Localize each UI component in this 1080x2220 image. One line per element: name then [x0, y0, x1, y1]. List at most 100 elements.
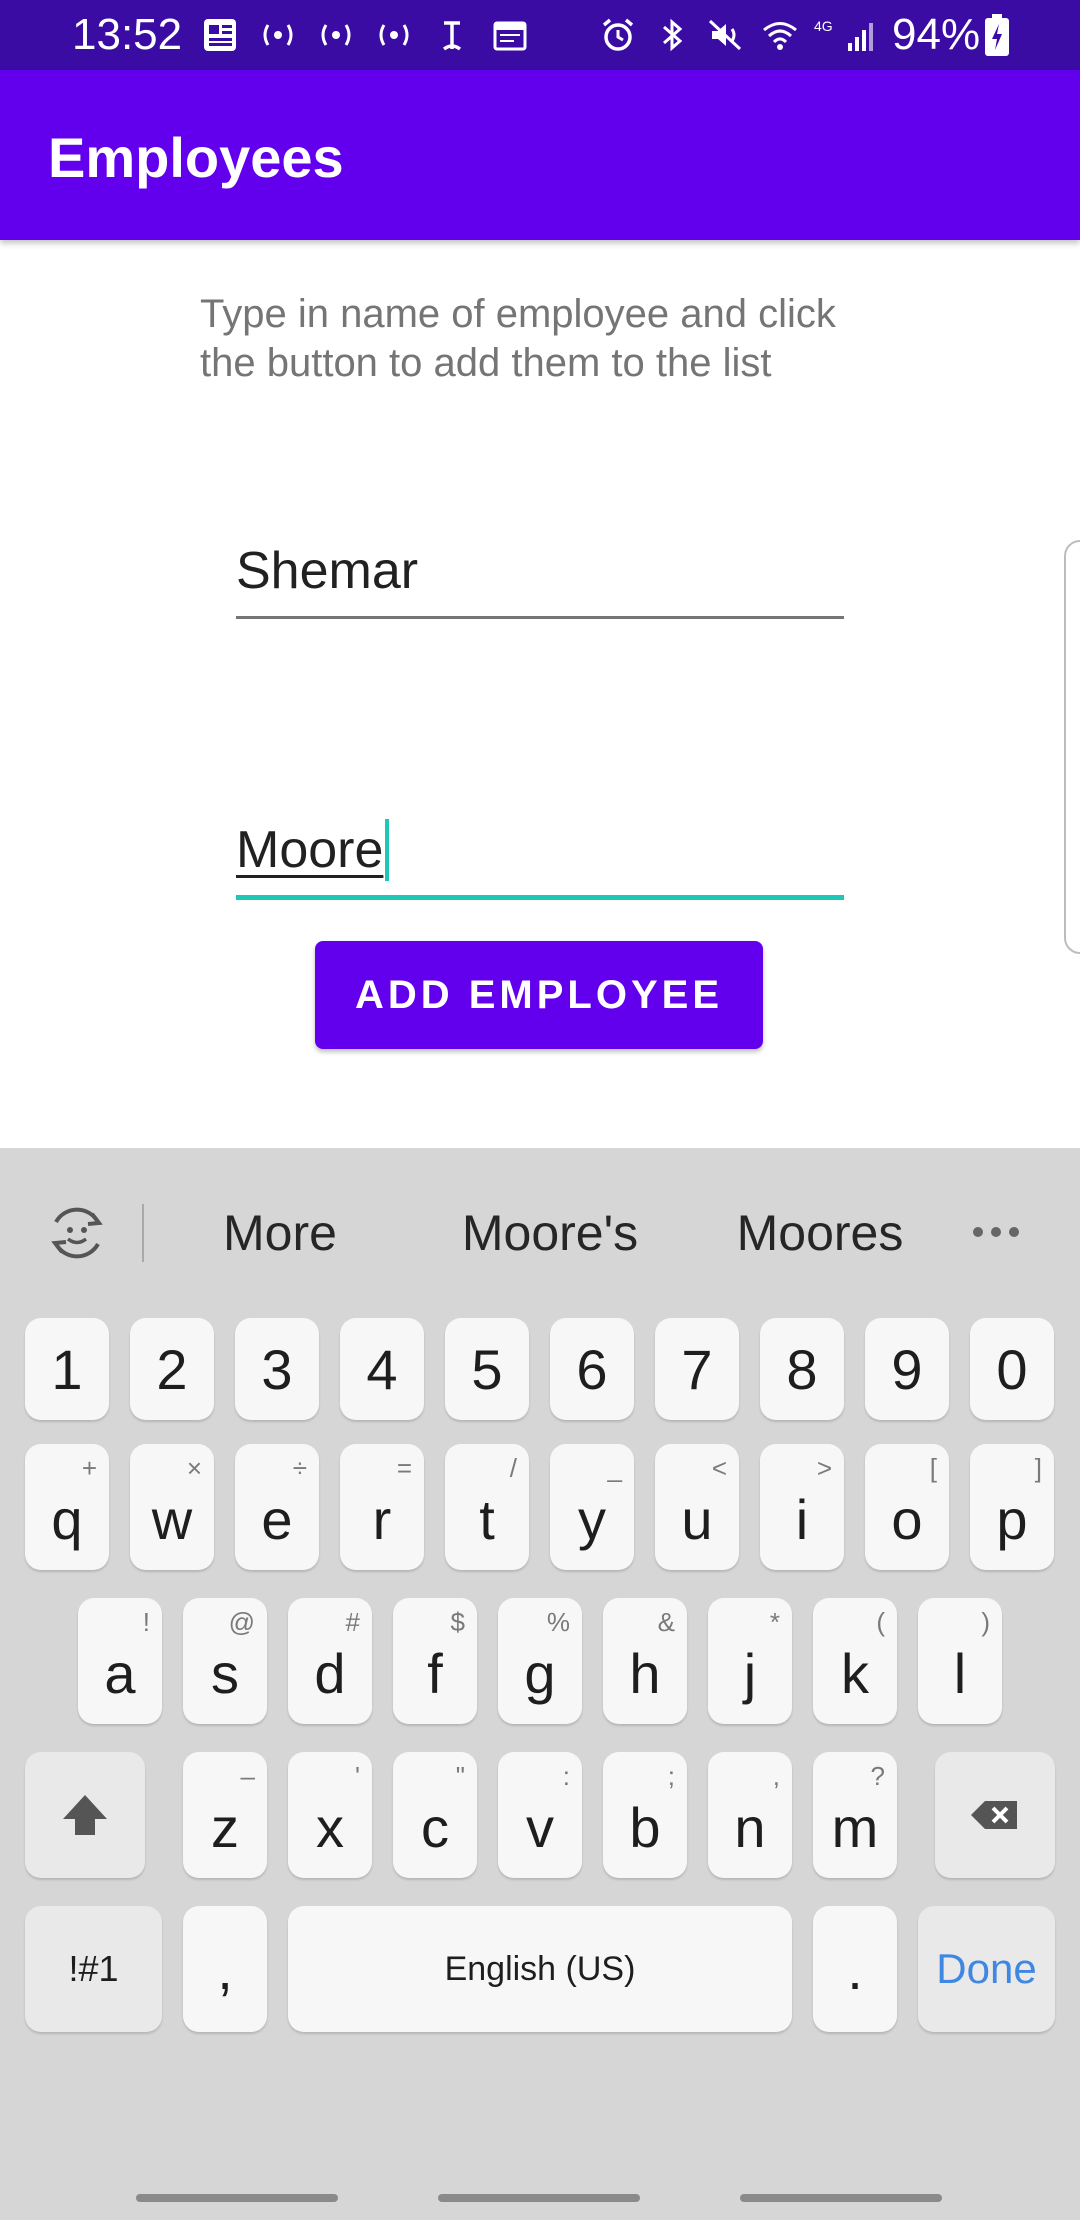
- key-label: !#1: [68, 1948, 119, 1989]
- key-o[interactable]: [o: [865, 1444, 949, 1570]
- key-hint: (: [876, 1607, 885, 1637]
- key-hint: &: [657, 1607, 675, 1637]
- edge-panel-handle[interactable]: [1064, 540, 1080, 954]
- key-4[interactable]: 4: [340, 1318, 424, 1420]
- key-label: 8: [786, 1337, 818, 1401]
- emoji-refresh-icon[interactable]: [44, 1200, 110, 1266]
- nav-home-button[interactable]: [438, 2194, 640, 2202]
- key-3[interactable]: 3: [235, 1318, 319, 1420]
- backspace-key[interactable]: [935, 1752, 1055, 1878]
- key-0[interactable]: 0: [970, 1318, 1054, 1420]
- key-hint: –: [240, 1761, 255, 1791]
- nyt-icon: [432, 12, 472, 58]
- notification-icons: [200, 12, 530, 58]
- key-h[interactable]: & h: [603, 1598, 687, 1724]
- key-c[interactable]: " c: [393, 1752, 477, 1878]
- done-key[interactable]: Done: [918, 1906, 1055, 2032]
- key-x[interactable]: ' x: [288, 1752, 372, 1878]
- key-hint: *: [769, 1607, 780, 1637]
- key-5[interactable]: 5: [445, 1318, 529, 1420]
- more-options-icon[interactable]: [968, 1204, 1024, 1260]
- symbols-key[interactable]: !#1: [25, 1906, 162, 2032]
- key-a[interactable]: ! a: [78, 1598, 162, 1724]
- key-w[interactable]: × w: [130, 1444, 214, 1570]
- key-i[interactable]: > i: [760, 1444, 844, 1570]
- key-label: w: [151, 1488, 193, 1551]
- key-n[interactable]: ,n: [708, 1752, 792, 1878]
- add-employee-button[interactable]: ADD EMPLOYEE: [315, 941, 763, 1049]
- shift-key[interactable]: [25, 1752, 145, 1878]
- key-label: v: [526, 1796, 554, 1859]
- key-hint: ÷: [292, 1453, 307, 1483]
- key-j[interactable]: * j: [708, 1598, 792, 1724]
- key-label: k: [841, 1642, 869, 1705]
- shift-icon: [57, 1787, 113, 1843]
- key-m[interactable]: ? m: [813, 1752, 897, 1878]
- period-key[interactable]: .: [813, 1906, 897, 2032]
- key-label: 5: [471, 1337, 503, 1401]
- key-hint: @: [228, 1607, 255, 1637]
- key-l[interactable]: ) l: [918, 1598, 1002, 1724]
- mute-icon: [706, 12, 746, 58]
- nav-recents-button[interactable]: [136, 2194, 338, 2202]
- battery-icon: [984, 14, 1010, 58]
- status-bar: 13:52 4G 94%: [0, 0, 1080, 70]
- key-hint: !: [142, 1607, 150, 1637]
- key-label: o: [891, 1488, 923, 1551]
- key-z[interactable]: – z: [183, 1752, 267, 1878]
- bluetooth-icon: [652, 12, 692, 58]
- suggestion-3[interactable]: Moores: [700, 1202, 940, 1264]
- page-title: Employees: [48, 126, 344, 189]
- key-f[interactable]: $ f: [393, 1598, 477, 1724]
- alarm-icon: [598, 12, 638, 58]
- key-label: t: [479, 1488, 495, 1551]
- key-hint: ): [981, 1607, 990, 1637]
- key-label: 0: [996, 1337, 1028, 1401]
- key-y[interactable]: _ y: [550, 1444, 634, 1570]
- suggestion-2[interactable]: Moore's: [430, 1202, 670, 1264]
- key-r[interactable]: = r: [340, 1444, 424, 1570]
- key-label: y: [578, 1488, 606, 1551]
- key-label: z: [211, 1796, 239, 1859]
- nav-back-button[interactable]: [740, 2194, 942, 2202]
- last-name-field[interactable]: Moore: [236, 819, 844, 900]
- space-key[interactable]: English (US): [288, 1906, 792, 2032]
- key-u[interactable]: < u: [655, 1444, 739, 1570]
- key-g[interactable]: % g: [498, 1598, 582, 1724]
- key-2[interactable]: 2: [130, 1318, 214, 1420]
- cast-icon: [316, 12, 356, 58]
- key-b[interactable]: ; b: [603, 1752, 687, 1878]
- key-6[interactable]: 6: [550, 1318, 634, 1420]
- key-label: a: [104, 1642, 136, 1705]
- key-9[interactable]: 9: [865, 1318, 949, 1420]
- news-icon: [200, 12, 240, 58]
- key-1[interactable]: 1: [25, 1318, 109, 1420]
- key-8[interactable]: 8: [760, 1318, 844, 1420]
- key-hint: [: [929, 1453, 937, 1483]
- key-p[interactable]: ] p: [970, 1444, 1054, 1570]
- key-7[interactable]: 7: [655, 1318, 739, 1420]
- key-hint: ?: [870, 1761, 885, 1791]
- suggestion-divider: [142, 1204, 144, 1262]
- first-name-field[interactable]: Shemar: [236, 540, 844, 619]
- key-label: 3: [261, 1337, 293, 1401]
- key-s[interactable]: @ s: [183, 1598, 267, 1724]
- key-label: c: [421, 1796, 449, 1859]
- key-label: d: [314, 1642, 346, 1705]
- key-v[interactable]: :v: [498, 1752, 582, 1878]
- key-hint: _: [607, 1453, 622, 1483]
- comma-key[interactable]: ,: [183, 1906, 267, 2032]
- key-q[interactable]: + q: [25, 1444, 109, 1570]
- last-name-underline: [236, 895, 844, 900]
- suggestion-bar: More Moore's Moores: [0, 1148, 1080, 1318]
- backspace-icon: [967, 1787, 1023, 1843]
- key-d[interactable]: # d: [288, 1598, 372, 1724]
- key-k[interactable]: (k: [813, 1598, 897, 1724]
- key-hint: <: [711, 1453, 727, 1483]
- key-label: u: [681, 1488, 713, 1551]
- key-label: x: [316, 1796, 344, 1859]
- key-t[interactable]: / t: [445, 1444, 529, 1570]
- key-hint: ×: [186, 1453, 202, 1483]
- suggestion-1[interactable]: More: [170, 1202, 390, 1264]
- key-e[interactable]: ÷ e: [235, 1444, 319, 1570]
